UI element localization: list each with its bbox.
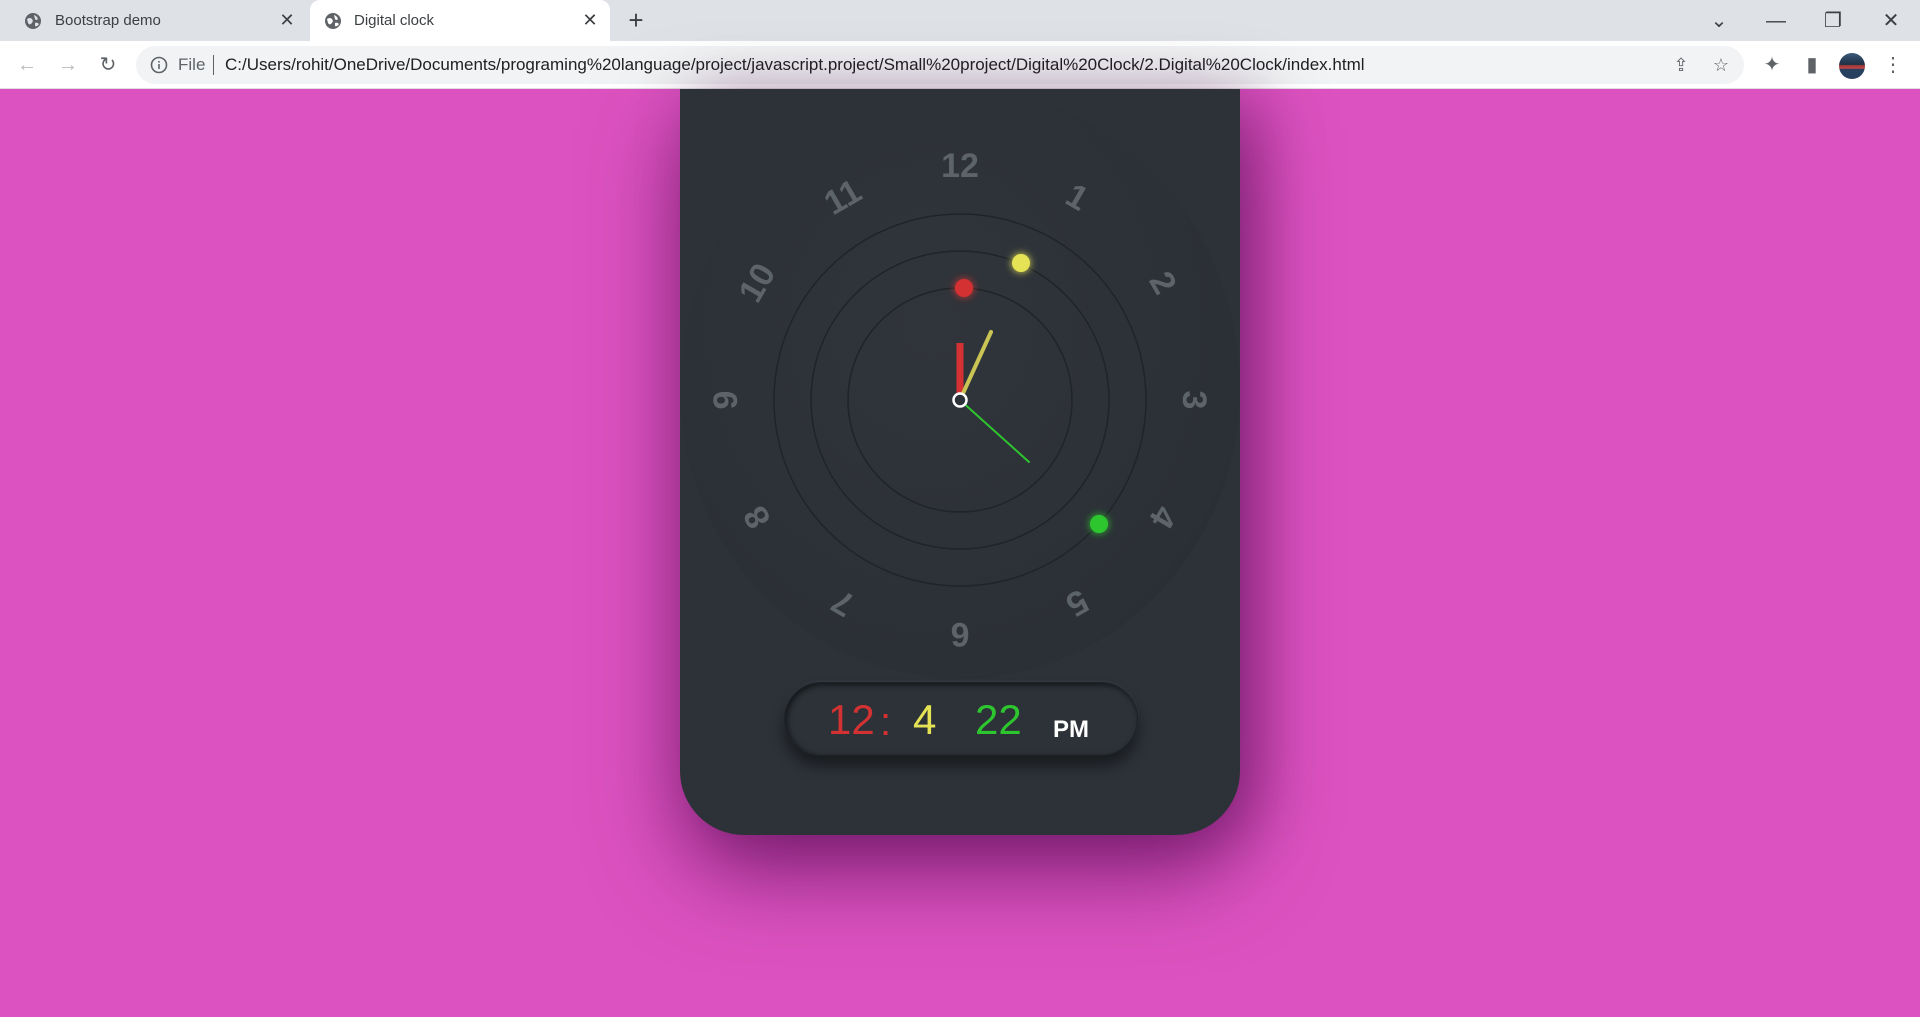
- tab-title: Digital clock: [354, 12, 435, 29]
- close-window-button[interactable]: ✕: [1876, 6, 1906, 36]
- hour-dot: [955, 279, 973, 297]
- globe-icon: [25, 13, 41, 29]
- back-button[interactable]: ←: [13, 51, 41, 79]
- second-hand: [959, 399, 1030, 463]
- address-bar[interactable]: File C:/Users/rohit/OneDrive/Documents/p…: [136, 46, 1744, 84]
- forward-button[interactable]: →: [54, 51, 82, 79]
- tab-bootstrap-demo[interactable]: Bootstrap demo ✕: [0, 0, 307, 41]
- clock-numeral: 11: [818, 172, 868, 223]
- clock-numeral: 10: [731, 257, 783, 309]
- clock-numeral: 6: [951, 615, 970, 653]
- info-icon[interactable]: [150, 56, 168, 74]
- minute-dot: [1012, 254, 1030, 272]
- tab-title: Bootstrap demo: [55, 12, 161, 29]
- browser-toolbar: ← → ↻ File C:/Users/rohit/OneDrive/Docum…: [0, 41, 1920, 89]
- close-tab-icon[interactable]: ✕: [277, 10, 297, 30]
- new-tab-button[interactable]: +: [622, 7, 650, 35]
- clock-numeral: 8: [736, 499, 778, 534]
- clock-numeral: 12: [941, 147, 979, 185]
- scheme-label: File: [178, 55, 206, 74]
- minimize-button[interactable]: —: [1761, 6, 1791, 36]
- digital-hours: 12: [828, 696, 875, 743]
- clock-numeral: 1: [1059, 176, 1094, 218]
- digital-ampm: PM: [1053, 716, 1089, 743]
- menu-kebab-icon[interactable]: ⋮: [1881, 53, 1905, 77]
- bookmark-star-icon[interactable]: ☆: [1711, 55, 1731, 75]
- restore-button[interactable]: ❐: [1818, 6, 1848, 36]
- second-dot: [1090, 515, 1108, 533]
- share-icon[interactable]: ⇪: [1671, 55, 1691, 75]
- close-tab-icon[interactable]: ✕: [580, 10, 600, 30]
- tab-strip: Bootstrap demo ✕ Digital clock ✕ + ⌄ — ❐…: [0, 0, 1920, 41]
- clock-numeral: 7: [825, 581, 860, 623]
- side-panel-icon[interactable]: ▮: [1800, 53, 1824, 77]
- clock-numeral: 2: [1141, 265, 1183, 300]
- digital-seconds: 22: [975, 696, 1022, 743]
- center-pin: [952, 392, 968, 408]
- minute-hand: [958, 330, 993, 402]
- divider: [213, 55, 214, 75]
- avatar[interactable]: [1839, 53, 1865, 79]
- digital-time-display: 12 : 4 22 PM: [784, 682, 1138, 756]
- digital-separator: :: [880, 700, 892, 744]
- clock-numeral: 3: [1175, 391, 1213, 410]
- url-text[interactable]: C:/Users/rohit/OneDrive/Documents/progra…: [225, 55, 1365, 75]
- analog-clock: 121234567891011: [707, 147, 1213, 653]
- globe-icon: [325, 13, 341, 29]
- tab-search-chevron-icon[interactable]: ⌄: [1704, 6, 1734, 36]
- clock-numeral: 4: [1141, 499, 1183, 534]
- reload-button[interactable]: ↻: [94, 51, 122, 79]
- extensions-puzzle-icon[interactable]: ✦: [1760, 53, 1784, 77]
- clock-numeral: 9: [707, 391, 745, 410]
- clock-numeral: 5: [1059, 581, 1094, 623]
- digital-minutes: 4: [913, 696, 937, 743]
- tab-digital-clock[interactable]: Digital clock ✕: [310, 0, 610, 41]
